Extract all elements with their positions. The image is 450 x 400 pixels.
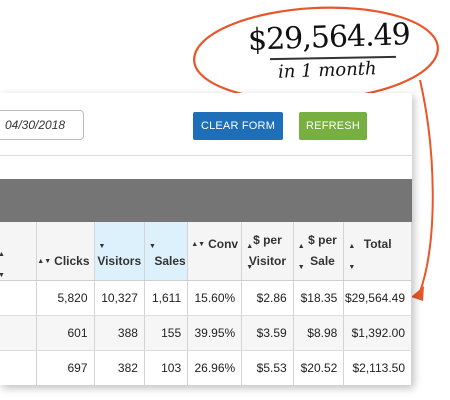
sort-icon: ▲▼ [37,257,52,265]
table-cell: $2,113.50 [343,350,412,385]
column-header-clicks[interactable]: ▲▼ Clicks [36,222,95,281]
sort-icon: ▲▼ [297,243,305,271]
table-cell: 601 [36,315,95,351]
clear-form-button[interactable]: CLEAR FORM [193,112,283,140]
column-header-conv[interactable]: ▲▼ Conv [187,222,243,281]
table-cell: 39.95% [187,315,243,351]
sort-icon: ▲▼ [191,241,206,248]
table-cell: 697 [36,350,95,385]
table-cell: 5,820 [36,280,95,316]
table-cell: 103 [144,350,189,385]
table-cell: $5.53 [241,350,294,385]
table-cell: $29,564.49 [343,280,412,316]
column-header-total[interactable]: ▲ ▼ Total [343,222,412,281]
table-cell: 15.60% [187,280,243,316]
table-cell: $3.59 [241,315,294,351]
end-date-input[interactable]: 04/30/2018 [0,110,84,140]
table-cell [0,315,38,351]
sort-icon: ▲▼ [246,243,254,271]
table-cell: 1,611 [144,280,189,316]
table-cell: 26.96% [187,350,243,385]
column-header-per-sale[interactable]: ▲ ▼ $ per Sale [293,222,345,281]
column-header-visitors[interactable]: ▼ Visitors [94,222,145,281]
table-header-row: ▲ ▼ ▲▼ Clicks ▼ Visitors ▼ Sales ▲▼ Conv ▲ ▼ $… [0,222,412,281]
table-cell: $8.98 [293,315,345,351]
table-cell: 388 [94,315,145,351]
table-toolbar [0,179,412,222]
table-cell: 382 [94,350,145,385]
column-header-per-visitor[interactable]: ▲ ▼ $ per Visitor [241,222,294,281]
table-cell [0,280,38,316]
table-cell: 155 [144,315,189,351]
filter-form: 04/30/2018 CLEAR FORM REFRESH [0,93,412,156]
table-cell: $18.35 [293,280,345,316]
sort-icon: ▲▼ [348,243,356,271]
sort-icon: ▲▼ [0,251,5,279]
table-row[interactable]: 601 388 155 39.95% $3.59 $8.98 $1,392.00 [0,315,412,351]
table-cell: 10,327 [94,280,145,316]
sort-desc-icon: ▼ [98,243,106,250]
table-cell [0,350,38,385]
refresh-button[interactable]: REFRESH [299,112,367,140]
sort-desc-icon: ▼ [148,243,156,250]
table-cell: $20.52 [293,350,345,385]
stats-table: ▲ ▼ ▲▼ Clicks ▼ Visitors ▼ Sales ▲▼ Conv ▲ ▼ $… [0,222,412,385]
callout-amount: $29,564.49 [247,17,411,58]
column-header-sales[interactable]: ▼ Sales [144,222,189,281]
table-cell: $2.86 [241,280,294,316]
report-panel: 04/30/2018 CLEAR FORM REFRESH ▲ ▼ ▲▼ Click… [0,93,412,385]
column-header-partial: ▲ ▼ [0,222,38,281]
table-cell: $1,392.00 [343,315,412,351]
table-row[interactable]: 5,820 10,327 1,611 15.60% $2.86 $18.35 $… [0,280,412,316]
callout-period: in 1 month [277,58,377,83]
table-row[interactable]: 697 382 103 26.96% $5.53 $20.52 $2,113.5… [0,350,412,385]
